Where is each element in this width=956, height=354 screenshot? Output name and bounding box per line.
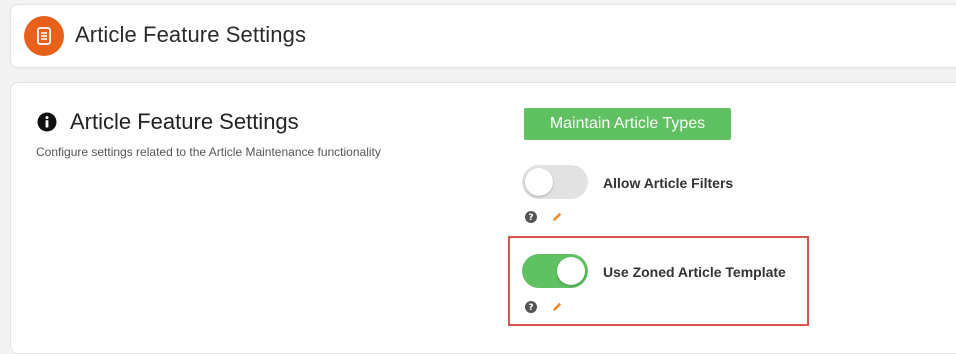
allow-article-filters-label: Allow Article Filters xyxy=(603,175,734,191)
use-zoned-article-template-toggle[interactable] xyxy=(522,254,588,288)
page-title: Article Feature Settings xyxy=(75,22,307,47)
section-title: Article Feature Settings xyxy=(70,109,299,134)
edit-icon[interactable] xyxy=(551,210,563,228)
toggle-knob xyxy=(525,168,553,196)
allow-article-filters-toggle[interactable] xyxy=(522,165,588,199)
help-icon[interactable]: ? xyxy=(525,300,537,318)
settings-card: Article Feature Settings Configure setti… xyxy=(10,82,956,354)
toggle-knob xyxy=(557,257,585,285)
page-header: Article Feature Settings xyxy=(10,4,956,68)
svg-text:?: ? xyxy=(528,303,533,313)
maintain-article-types-button[interactable]: Maintain Article Types xyxy=(524,108,731,140)
info-icon xyxy=(37,112,57,137)
edit-icon[interactable] xyxy=(551,300,563,318)
use-zoned-article-template-label: Use Zoned Article Template xyxy=(603,264,786,280)
svg-text:?: ? xyxy=(528,213,533,223)
document-icon xyxy=(24,16,64,56)
help-icon[interactable]: ? xyxy=(525,210,537,228)
section-description: Configure settings related to the Articl… xyxy=(36,145,381,159)
